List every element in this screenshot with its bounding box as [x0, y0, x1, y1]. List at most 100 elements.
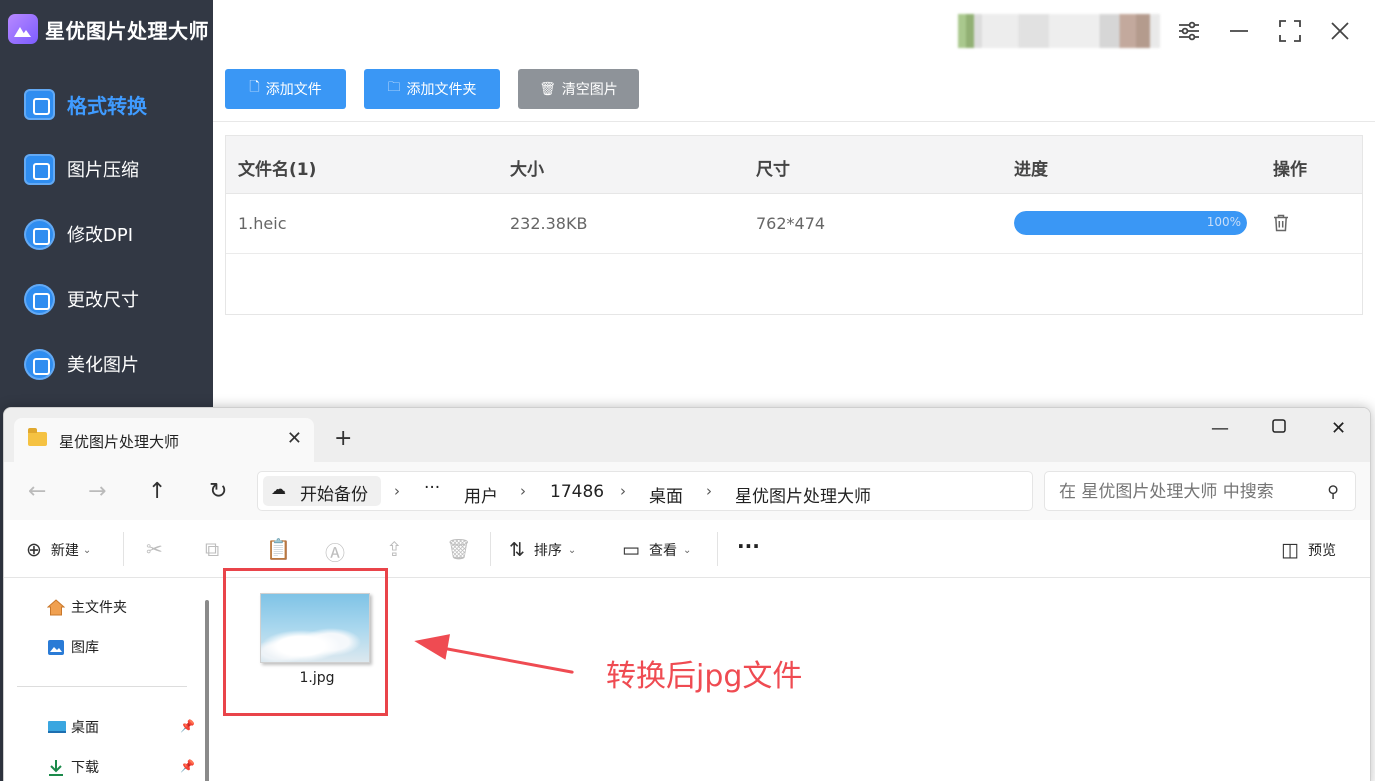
chevron-right-icon: › [706, 482, 712, 500]
nav-item-resize[interactable]: 更改尺寸 [24, 281, 139, 317]
folder-icon [28, 428, 47, 446]
new-button[interactable]: ⊕ 新建 ⌄ [26, 539, 91, 561]
dpi-icon [24, 218, 55, 250]
new-tab-icon[interactable]: + [334, 426, 352, 451]
forward-arrow-icon[interactable]: → [88, 479, 106, 504]
nav-downloads-label: 下载 [71, 760, 99, 776]
folder-outline-icon: 🗀 [387, 80, 401, 95]
sort-button[interactable]: ⇅ 排序 ⌄ [509, 539, 576, 561]
minimize-icon[interactable]: — [1211, 418, 1229, 439]
nav-item-image-compress[interactable]: 图片压缩 [24, 151, 139, 187]
preview-label: 预览 [1307, 543, 1336, 559]
file-explorer-window: 星优图片处理大师 ✕ + — ✕ ← → ↑ ↻ ☁ 开始备份 › ··· 用户… [3, 407, 1371, 781]
gallery-icon [47, 639, 65, 656]
view-button[interactable]: ▭ 查看 ⌄ [622, 539, 691, 561]
breadcrumb-item[interactable]: 桌面 [649, 482, 683, 507]
nav-item-beautify[interactable]: 美化图片 [24, 346, 139, 382]
close-icon[interactable] [1327, 18, 1353, 44]
app-logo-icon [8, 14, 38, 44]
preview-button[interactable]: ◫ 预览 [1281, 539, 1336, 561]
app-title: 星优图片处理大师 [45, 18, 209, 43]
add-folder-button[interactable]: 🗀 添加文件夹 [364, 69, 500, 109]
add-file-label: 添加文件 [265, 82, 322, 98]
nav-label: 图片压缩 [67, 160, 139, 181]
nav-item-modify-dpi[interactable]: 修改DPI [24, 216, 133, 252]
progress-bar: 100% [1014, 211, 1247, 235]
desktop-icon [47, 719, 66, 736]
settings-sliders-icon[interactable] [1176, 18, 1202, 44]
fullscreen-icon[interactable] [1277, 18, 1303, 44]
breadcrumb-more[interactable]: ··· [424, 478, 440, 498]
cut-icon[interactable]: ✂ [146, 537, 163, 561]
header-size: 大小 [510, 160, 544, 180]
chevron-down-icon: ⌄ [682, 544, 692, 556]
search-box[interactable]: ⚲ [1044, 471, 1356, 511]
cell-dimensions: 762*474 [756, 214, 826, 233]
arrow-head-icon [412, 628, 450, 660]
paste-icon[interactable]: 📋 [266, 537, 291, 561]
nav-gallery-label: 图库 [71, 640, 99, 656]
header-progress: 进度 [1014, 160, 1048, 180]
clear-images-label: 清空图片 [561, 82, 618, 98]
delete-row-icon[interactable] [1273, 214, 1291, 234]
download-icon [47, 759, 65, 776]
search-input[interactable] [1059, 480, 1309, 504]
pin-icon[interactable]: 📌 [180, 719, 195, 733]
share-icon[interactable]: ⇪ [386, 537, 403, 561]
tab-explorer[interactable]: 星优图片处理大师 ✕ [14, 418, 314, 464]
copy-icon[interactable]: ⧉ [205, 537, 219, 561]
refresh-icon[interactable]: ↻ [209, 479, 227, 504]
user-avatar-blurred[interactable] [958, 14, 1160, 48]
breadcrumb-item[interactable]: 星优图片处理大师 [735, 482, 871, 507]
resize-icon [24, 283, 55, 315]
nav-pane-scrollbar[interactable] [205, 600, 209, 781]
more-options-button[interactable]: ··· [737, 534, 760, 558]
clear-images-button[interactable]: 🗑 清空图片 [518, 69, 639, 109]
add-folder-label: 添加文件夹 [406, 82, 477, 98]
progress-label: 100% [1206, 215, 1241, 229]
nav-label: 格式转换 [67, 93, 147, 118]
maximize-icon[interactable] [1272, 417, 1286, 438]
back-arrow-icon[interactable]: ← [28, 479, 46, 504]
command-bar: ⊕ 新建 ⌄ ✂ ⧉ 📋 Ⓐ ⇪ 🗑 ⇅ 排序 ⌄ ▭ 查看 ⌄ ··· ◫ 预… [4, 520, 1370, 578]
table-header: 文件名(1) 大小 尺寸 进度 操作 [226, 136, 1362, 194]
up-arrow-icon[interactable]: ↑ [148, 479, 166, 504]
trash-icon: 🗑 [539, 81, 556, 97]
nav-item-format-convert[interactable]: 格式转换 [24, 86, 147, 122]
brand: 星优图片处理大师 [8, 14, 209, 44]
tab-strip: 星优图片处理大师 ✕ + — ✕ [4, 408, 1370, 464]
cloud-icon: ☁ [271, 480, 286, 498]
rename-icon[interactable]: Ⓐ [325, 537, 345, 566]
breadcrumb-item[interactable]: 用户 [464, 482, 498, 507]
tab-title: 星优图片处理大师 [59, 433, 180, 451]
breadcrumb-item[interactable]: 17486 [550, 482, 604, 502]
nav-downloads[interactable]: 下载 [47, 757, 99, 777]
nav-label: 美化图片 [67, 355, 139, 376]
tab-close-icon[interactable]: ✕ [287, 428, 302, 449]
chevron-down-icon: ⌄ [567, 544, 577, 556]
backup-chip[interactable]: ☁ 开始备份 [263, 476, 381, 506]
delete-icon[interactable]: 🗑 [446, 537, 471, 561]
annotation-text: 转换后jpg文件 [606, 659, 803, 694]
nav-home-label: 主文件夹 [71, 600, 127, 616]
navigation-pane: 主文件夹 图库 桌面 📌 下载 📌 [4, 579, 214, 781]
minimize-icon[interactable] [1226, 18, 1252, 44]
nav-gallery[interactable]: 图库 [47, 637, 99, 657]
home-icon [46, 598, 66, 616]
beautify-icon [24, 348, 55, 380]
close-icon[interactable]: ✕ [1331, 418, 1346, 439]
table-row[interactable]: 1.heic 232.38KB 762*474 100% [226, 194, 1362, 254]
pin-icon[interactable]: 📌 [180, 759, 195, 773]
nav-desktop[interactable]: 桌面 [47, 717, 99, 737]
nav-home[interactable]: 主文件夹 [46, 597, 127, 617]
address-bar[interactable]: ☁ 开始备份 › ··· 用户 › 17486 › 桌面 › 星优图片处理大师 [257, 471, 1033, 511]
search-icon[interactable]: ⚲ [1327, 482, 1339, 501]
image-compress-icon [24, 153, 55, 185]
nav-label: 更改尺寸 [67, 290, 139, 311]
plus-circle-icon: ⊕ [26, 539, 42, 561]
add-file-button[interactable]: 🗋 添加文件 [225, 69, 346, 109]
divider [213, 121, 1375, 122]
header-actions: 操作 [1273, 160, 1307, 180]
address-toolbar: ← → ↑ ↻ ☁ 开始备份 › ··· 用户 › 17486 › 桌面 › 星… [4, 462, 1370, 520]
header-filename: 文件名(1) [238, 160, 317, 180]
